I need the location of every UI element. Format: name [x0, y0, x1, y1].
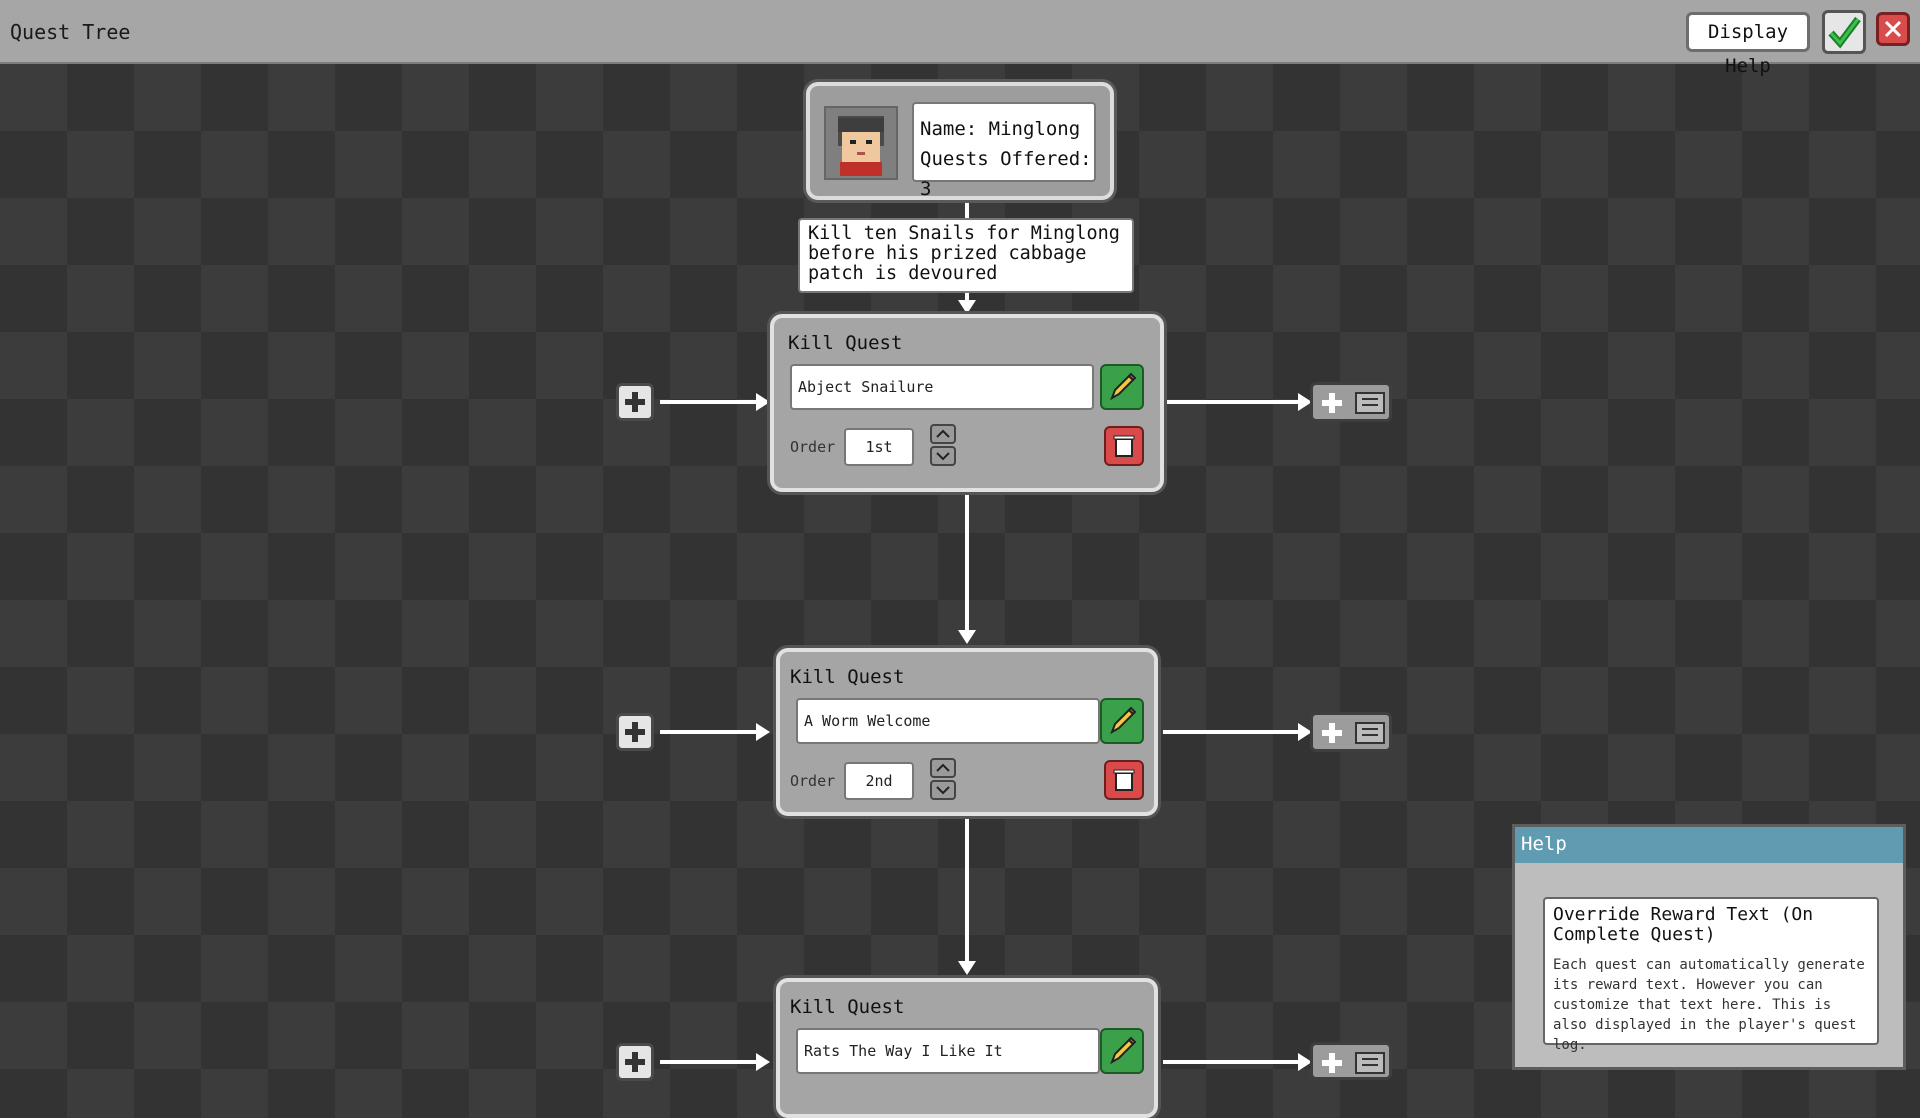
connector-line [660, 1060, 760, 1064]
npc-name: Name: Minglong [920, 118, 1081, 140]
trash-icon [1113, 769, 1135, 791]
add-prerequisite-button[interactable] [616, 713, 654, 751]
delete-button[interactable] [1104, 760, 1144, 800]
close-button[interactable] [1876, 12, 1910, 46]
chevron-down-icon [936, 452, 950, 461]
npc-card: Name: Minglong Quests Offered: 3 [806, 82, 1114, 200]
quest-card: Kill Quest Rats The Way I Like It [776, 978, 1158, 1118]
connector-line [965, 818, 969, 964]
order-value[interactable]: 2nd [844, 762, 914, 800]
add-prerequisite-button[interactable] [616, 1043, 654, 1081]
plus-icon [1322, 723, 1342, 743]
connector-line [1163, 400, 1303, 404]
add-reward-button[interactable] [1310, 382, 1392, 422]
connector-line [660, 730, 760, 734]
quest-type: Kill Quest [790, 666, 905, 688]
delete-button[interactable] [1104, 426, 1144, 466]
help-title: Override Reward Text (On Complete Quest) [1553, 904, 1814, 945]
order-down-button[interactable] [930, 446, 956, 466]
arrow-head [958, 300, 976, 314]
chevron-up-icon [936, 763, 950, 772]
plus-icon [625, 722, 645, 742]
arrow-head [756, 393, 770, 411]
list-icon [1355, 392, 1385, 414]
connector-line [1163, 730, 1303, 734]
quest-name-field[interactable]: A Worm Welcome [796, 698, 1100, 744]
connector-line [1163, 1060, 1303, 1064]
arrow-head [958, 961, 976, 975]
npc-quests-offered: Quests Offered: 3 [920, 148, 1092, 200]
confirm-button[interactable] [1822, 10, 1866, 54]
connector-line [965, 493, 969, 633]
npc-info: Name: Minglong Quests Offered: 3 [912, 102, 1096, 200]
plus-icon [1322, 1053, 1342, 1073]
check-icon [1828, 16, 1861, 49]
display-help-button[interactable]: Display Help [1686, 12, 1810, 77]
order-up-button[interactable] [930, 424, 956, 444]
arrow-head [756, 1053, 770, 1071]
edit-button[interactable] [1100, 364, 1144, 410]
pencil-icon [1110, 706, 1137, 735]
quest-type: Kill Quest [788, 332, 903, 354]
edit-button[interactable] [1100, 698, 1144, 744]
help-body: Override Reward Text (On Complete Quest)… [1543, 897, 1879, 1053]
order-label: Order [790, 772, 836, 790]
help-text: Each quest can automatically generate it… [1553, 957, 1865, 1053]
help-panel: Help Override Reward Text (On Complete Q… [1512, 824, 1906, 1070]
window-title: Quest Tree [10, 20, 131, 44]
plus-icon [1322, 393, 1342, 413]
quest-description[interactable]: Kill ten Snails for Minglong before his … [798, 218, 1134, 293]
quest-card: Kill Quest Abject Snailure Order 1st [770, 314, 1164, 492]
trash-icon [1113, 435, 1135, 457]
npc-portrait [824, 106, 898, 180]
quest-type: Kill Quest [790, 996, 905, 1018]
add-reward-button[interactable] [1310, 1042, 1392, 1080]
top-bar: Quest Tree Display Help [0, 0, 1920, 77]
order-up-button[interactable] [930, 758, 956, 778]
order-label: Order [790, 438, 836, 456]
pencil-icon [1110, 372, 1137, 401]
help-header: Help [1515, 827, 1903, 863]
list-icon [1355, 1052, 1385, 1074]
quest-card: Kill Quest A Worm Welcome Order 2nd [776, 648, 1158, 816]
quest-name-field[interactable]: Rats The Way I Like It [796, 1028, 1100, 1074]
list-icon [1355, 722, 1385, 744]
edit-button[interactable] [1100, 1028, 1144, 1074]
arrow-head [756, 723, 770, 741]
plus-icon [625, 392, 645, 412]
order-down-button[interactable] [930, 780, 956, 800]
plus-icon [625, 1052, 645, 1072]
connector-line [660, 400, 760, 404]
chevron-up-icon [936, 429, 950, 438]
quest-name-field[interactable]: Abject Snailure [790, 364, 1094, 410]
add-prerequisite-button[interactable] [616, 383, 654, 421]
add-reward-button[interactable] [1310, 712, 1392, 752]
arrow-head [958, 630, 976, 644]
order-value[interactable]: 1st [844, 428, 914, 466]
close-icon [1884, 20, 1902, 38]
chevron-down-icon [936, 786, 950, 795]
pencil-icon [1110, 1036, 1137, 1065]
